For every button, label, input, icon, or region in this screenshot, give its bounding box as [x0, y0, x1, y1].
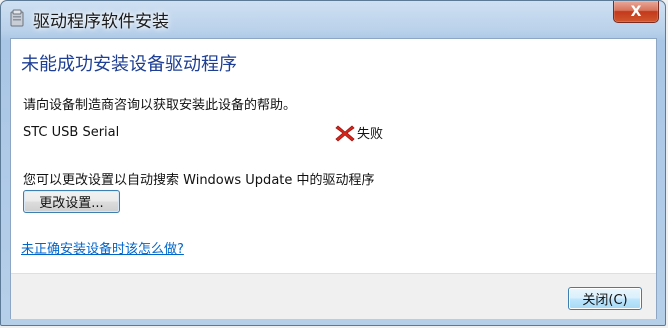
device-name: STC USB Serial	[23, 125, 120, 140]
dialog-window: 驱动程序软件安装 X 未能成功安装设备驱动程序 请向设备制造商咨询以获取安装此设…	[0, 0, 666, 326]
error-x-icon	[335, 124, 355, 142]
change-settings-button[interactable]: 更改设置...	[23, 190, 120, 213]
page-title: 未能成功安装设备驱动程序	[21, 54, 237, 75]
driver-app-icon	[10, 9, 24, 27]
help-link[interactable]: 未正确安装设备时该怎么做?	[21, 238, 184, 257]
close-button[interactable]: 关闭(C)	[568, 287, 642, 310]
close-icon: X	[630, 3, 642, 20]
device-status: 失败	[335, 123, 383, 142]
window-close-button[interactable]: X	[613, 1, 659, 23]
description-text: 请向设备制造商咨询以获取安装此设备的帮助。	[23, 98, 297, 113]
windows-update-hint: 您可以更改设置以自动搜索 Windows Update 中的驱动程序	[23, 173, 375, 188]
dialog-footer: 关闭(C)	[11, 273, 656, 319]
dialog-content: 未能成功安装设备驱动程序 请向设备制造商咨询以获取安装此设备的帮助。 STC U…	[11, 39, 656, 273]
device-status-label: 失败	[357, 127, 384, 142]
window-title: 驱动程序软件安装	[33, 12, 169, 32]
dialog-client-area: 未能成功安装设备驱动程序 请向设备制造商咨询以获取安装此设备的帮助。 STC U…	[10, 38, 657, 319]
title-bar[interactable]: 驱动程序软件安装 X	[1, 1, 665, 35]
